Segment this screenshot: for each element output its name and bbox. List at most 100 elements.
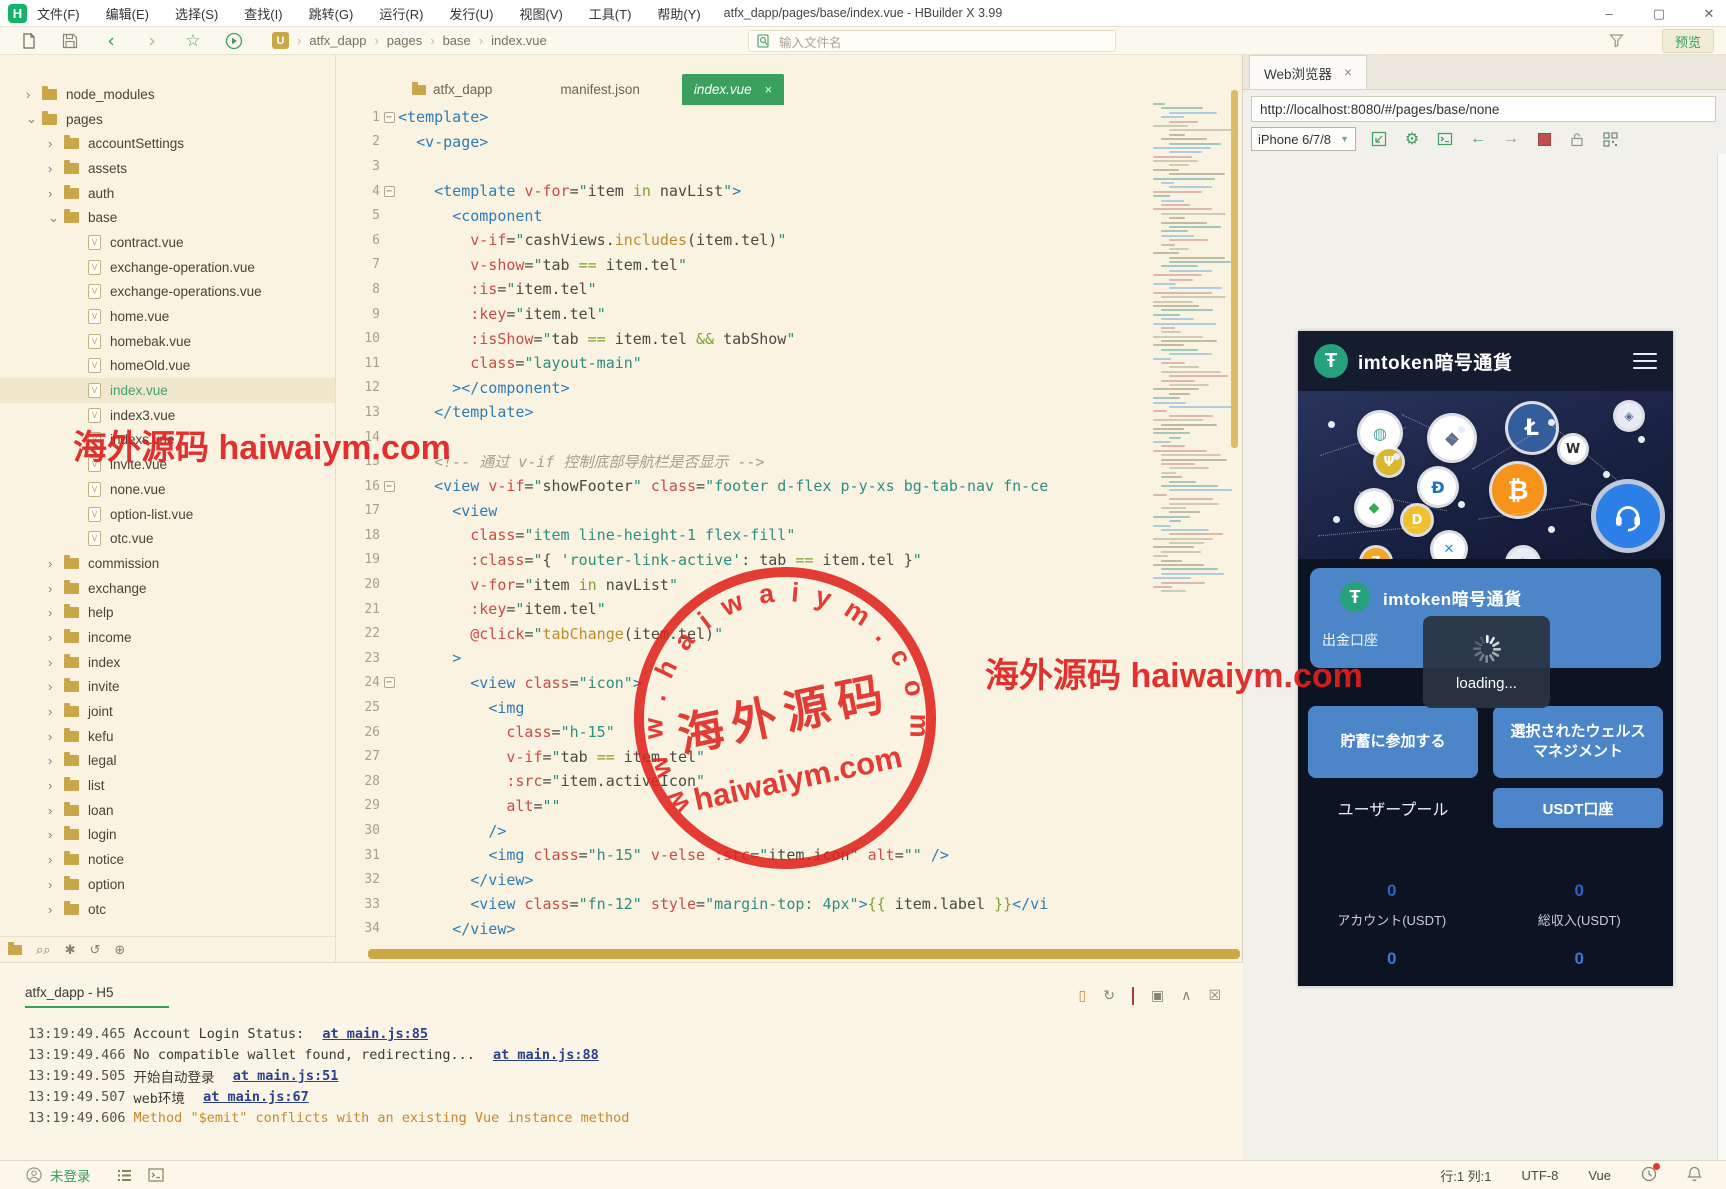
tree-item-otc.vue[interactable]: Votc.vue (0, 526, 335, 551)
join-savings-button[interactable]: 貯蓄に参加する (1308, 706, 1478, 778)
stop-icon[interactable] (1534, 129, 1554, 149)
tab-index-vue[interactable]: index.vue × (682, 74, 784, 105)
tree-item-invite.vue[interactable]: Vinvite.vue (0, 452, 335, 477)
breadcrumb-base[interactable]: base (443, 33, 471, 48)
panel-scrollbar[interactable] (1717, 154, 1726, 1160)
console-icon[interactable] (1435, 129, 1455, 149)
code-line-27[interactable]: 27 v-if="tab == item.tel" (336, 744, 1242, 769)
device-select[interactable]: iPhone 6/7/8 ▼ (1251, 127, 1356, 151)
tree-item-assets[interactable]: ›assets (0, 156, 335, 181)
menu-编辑(E)[interactable]: 编辑(E) (106, 4, 149, 23)
url-input[interactable]: http://localhost:8080/#/pages/base/none (1251, 96, 1716, 122)
menu-工具(T)[interactable]: 工具(T) (589, 4, 632, 23)
maximize-button[interactable]: ▢ (1652, 6, 1666, 22)
code-line-9[interactable]: 9 :key="item.tel" (336, 302, 1242, 327)
code-line-20[interactable]: 20 v-for="item in navList" (336, 572, 1242, 597)
new-file-button[interactable] (17, 31, 41, 51)
close-button[interactable]: ✕ (1702, 6, 1716, 22)
menu-icon[interactable] (1633, 348, 1657, 374)
tree-item-home.vue[interactable]: Vhome.vue (0, 304, 335, 329)
terminal-icon[interactable] (148, 1168, 164, 1182)
code-line-11[interactable]: 11 class="layout-main" (336, 351, 1242, 376)
tree-item-exchange[interactable]: ›exchange (0, 576, 335, 601)
source-link[interactable]: at main.js:85 (322, 1026, 428, 1042)
tab-manifest-json[interactable]: manifest.json (548, 74, 652, 105)
tree-item-accountSettings[interactable]: ›accountSettings (0, 131, 335, 156)
code-line-23[interactable]: 23 > (336, 646, 1242, 671)
code-line-24[interactable]: 24− <view class="icon"> (336, 671, 1242, 696)
stop-icon[interactable] (1132, 988, 1134, 1004)
code-line-14[interactable]: 14 (336, 425, 1242, 450)
code-line-19[interactable]: 19 :class="{ 'router-link-active': tab =… (336, 548, 1242, 573)
code-line-7[interactable]: 7 v-show="tab == item.tel" (336, 253, 1242, 278)
screenshot-icon[interactable]: ▣ (1151, 987, 1164, 1004)
code-line-2[interactable]: 2 <v-page> (336, 130, 1242, 155)
code-line-15[interactable]: 15 <!-- 通过 v-if 控制底部导航栏是否显示 --> (336, 449, 1242, 474)
preview-button[interactable]: 预览 (1662, 29, 1714, 53)
menu-帮助(Y)[interactable]: 帮助(Y) (657, 4, 700, 23)
code-area[interactable]: 1−<template>2 <v-page>34− <template v-fo… (336, 105, 1242, 941)
clear-console-icon[interactable]: ☒ (1208, 987, 1221, 1004)
run-button[interactable] (222, 31, 246, 51)
save-button[interactable] (58, 31, 82, 51)
usdt-account-button[interactable]: USDT口座 (1493, 788, 1663, 828)
tree-item-index3.vue[interactable]: Vindex3.vue (0, 403, 335, 428)
tree-item-option-list.vue[interactable]: Voption-list.vue (0, 502, 335, 527)
file-search-input[interactable]: 输入文件名 (748, 30, 1116, 52)
tree-item-homeOld.vue[interactable]: VhomeOld.vue (0, 354, 335, 379)
tree-item-kefu[interactable]: ›kefu (0, 724, 335, 749)
code-line-1[interactable]: 1−<template> (336, 105, 1242, 130)
debug-icon[interactable]: ✱ (65, 942, 76, 958)
tree-item-index.vue[interactable]: Vindex.vue (0, 378, 335, 403)
tree-item-income[interactable]: ›income (0, 625, 335, 650)
qr-code-icon[interactable] (1600, 129, 1620, 149)
find-in-files-icon[interactable]: ⌕⌕ (36, 942, 51, 958)
fold-icon[interactable]: − (384, 677, 395, 688)
breadcrumb-pages[interactable]: pages (387, 33, 422, 48)
tree-item-index[interactable]: ›index (0, 650, 335, 675)
tree-item-notice[interactable]: ›notice (0, 847, 335, 872)
tree-item-pages[interactable]: ⌄pages (0, 107, 335, 132)
tree-item-joint[interactable]: ›joint (0, 699, 335, 724)
tree-item-auth[interactable]: ›auth (0, 181, 335, 206)
menu-视图(V)[interactable]: 视图(V) (519, 4, 562, 23)
tab-atfx-dapp[interactable]: atfx_dapp (400, 74, 504, 105)
menu-选择(S)[interactable]: 选择(S) (175, 4, 218, 23)
tree-item-homebak.vue[interactable]: Vhomebak.vue (0, 329, 335, 354)
close-tab-icon[interactable]: × (765, 82, 773, 97)
code-line-10[interactable]: 10 :isShow="tab == item.tel && tabShow" (336, 326, 1242, 351)
tree-item-login[interactable]: ›login (0, 823, 335, 848)
tree-item-otc[interactable]: ›otc (0, 897, 335, 922)
menu-跳转(G)[interactable]: 跳转(G) (309, 4, 354, 23)
code-line-12[interactable]: 12 ></component> (336, 376, 1242, 401)
menu-查找(I)[interactable]: 查找(I) (244, 4, 282, 23)
login-status[interactable]: 未登录 (50, 1165, 91, 1185)
code-line-34[interactable]: 34 </view> (336, 917, 1242, 942)
code-line-26[interactable]: 26 class="h-15" (336, 720, 1242, 745)
notification-bell-icon[interactable] (1687, 1166, 1702, 1185)
history-icon[interactable] (1641, 1166, 1657, 1185)
console-tab[interactable]: atfx_dapp - H5 (25, 985, 169, 1008)
code-line-16[interactable]: 16− <view v-if="showFooter" class="foote… (336, 474, 1242, 499)
lock-icon[interactable] (1567, 129, 1587, 149)
tree-item-loan[interactable]: ›loan (0, 798, 335, 823)
tab-web-browser[interactable]: Web浏览器 × (1249, 55, 1367, 89)
tree-item-exchange-operation.vue[interactable]: Vexchange-operation.vue (0, 255, 335, 280)
code-line-21[interactable]: 21 :key="item.tel" (336, 597, 1242, 622)
code-line-31[interactable]: 31 <img class="h-15" v-else :src="item.i… (336, 843, 1242, 868)
source-link[interactable]: at main.js:88 (493, 1047, 599, 1063)
filter-icon[interactable] (1609, 33, 1624, 51)
code-line-32[interactable]: 32 </view> (336, 867, 1242, 892)
gear-icon[interactable]: ⚙ (1402, 129, 1422, 149)
refresh-icon[interactable]: ↺ (89, 942, 100, 958)
wealth-management-button[interactable]: 選択されたウェルス マネジメント (1493, 706, 1663, 778)
fold-icon[interactable]: − (384, 481, 395, 492)
tree-item-commission[interactable]: ›commission (0, 551, 335, 576)
tree-item-contract.vue[interactable]: Vcontract.vue (0, 230, 335, 255)
source-link[interactable]: at main.js:67 (203, 1089, 309, 1105)
list-view-icon[interactable] (117, 1169, 132, 1182)
code-line-3[interactable]: 3 (336, 154, 1242, 179)
source-link[interactable]: at main.js:51 (233, 1068, 339, 1084)
customer-service-button[interactable] (1596, 484, 1660, 548)
debug-phone-icon[interactable]: ▯ (1079, 987, 1087, 1004)
